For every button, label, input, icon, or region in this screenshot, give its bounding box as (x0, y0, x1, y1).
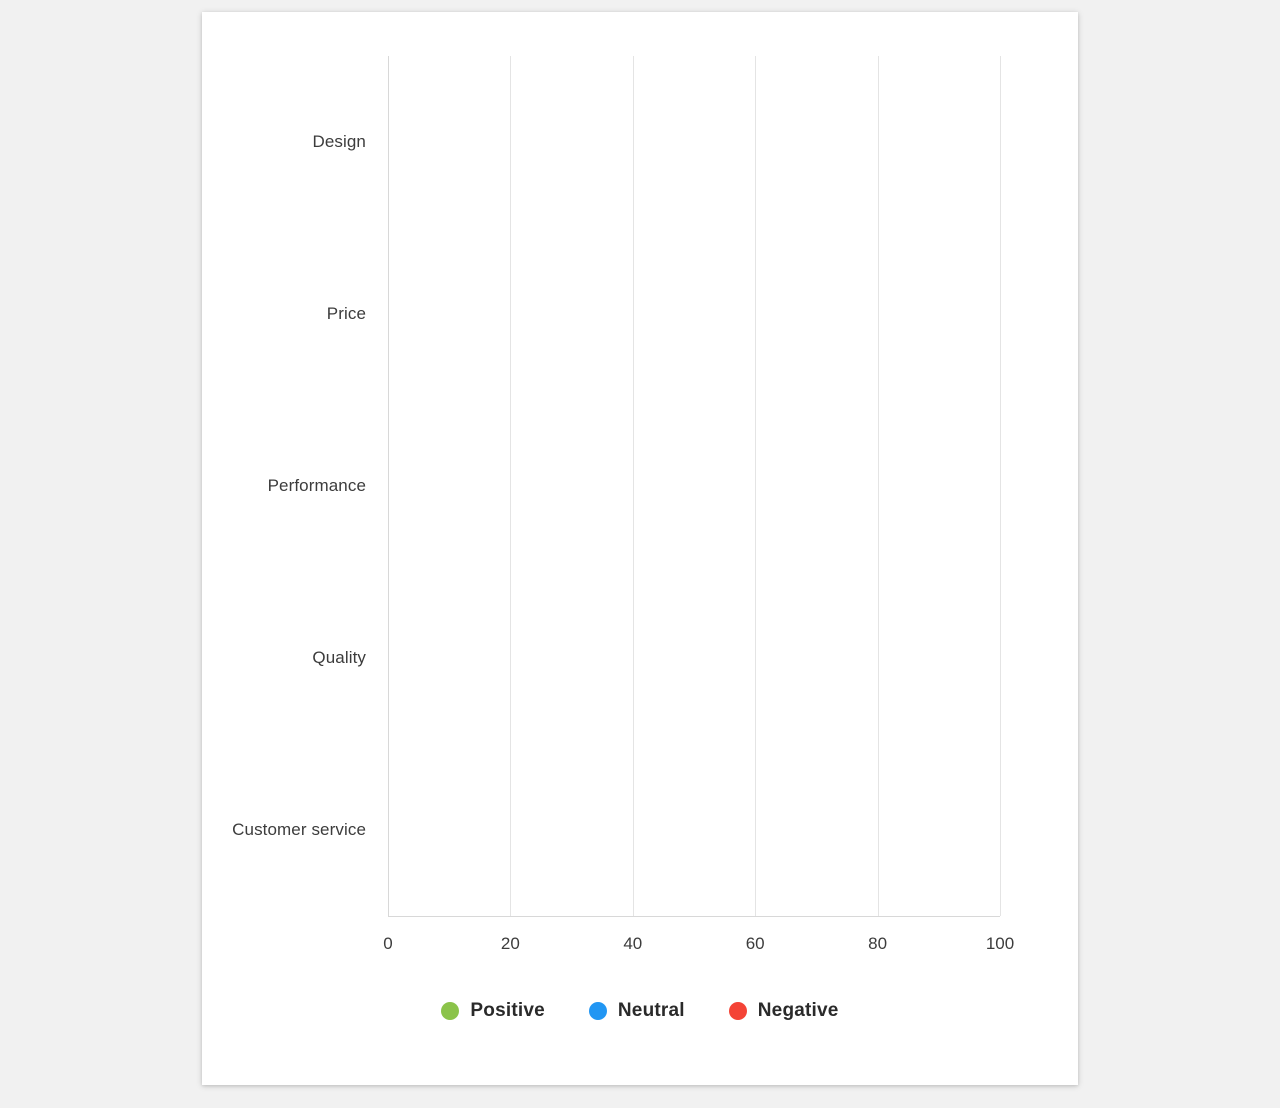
x-tick-label-40: 40 (623, 934, 643, 953)
category-label-price: Price (326, 304, 366, 323)
legend-item-positive[interactable]: Positive (441, 1000, 545, 1022)
gridline-100 (1000, 56, 1001, 916)
chart-band: Performance (268, 400, 1000, 572)
x-axis-line (388, 916, 1000, 917)
x-tick-label-0: 0 (383, 934, 393, 953)
legend-item-negative[interactable]: Negative (728, 1000, 839, 1022)
chart-band: Price (327, 228, 1000, 400)
plot-area: Design Price Performance Quality Customer se… (232, 56, 1001, 916)
legend-label: Negative (757, 1000, 839, 1021)
chart-band: Design (312, 56, 1000, 228)
chart-card: Design Price Performance Quality Customer se… (202, 12, 1078, 1085)
x-tick-label-20: 20 (500, 934, 520, 953)
x-tick-label-80: 80 (868, 934, 888, 953)
x-tick-label-60: 60 (745, 934, 765, 953)
chart-legend: Positive Neutral Negative (202, 1000, 1078, 1022)
legend-label: Neutral (617, 1000, 685, 1021)
legend-label: Positive (470, 1000, 545, 1021)
category-label-design: Design (312, 132, 366, 151)
chart-band: Quality (312, 572, 1000, 744)
legend-positive-circle-icon (441, 1002, 460, 1020)
legend-item-neutral[interactable]: Neutral (588, 1000, 685, 1022)
category-label-performance: Performance (267, 476, 366, 495)
legend-neutral-circle-icon (588, 1002, 607, 1020)
x-axis: 0 20 40 60 80 100 (383, 916, 1014, 962)
category-label-quality: Quality (312, 648, 366, 667)
chart-band: Customer service (232, 744, 1000, 916)
legend-negative-circle-icon (728, 1002, 747, 1020)
category-label-customer-service: Customer service (232, 820, 366, 839)
x-tick-label-100: 100 (985, 934, 1015, 953)
